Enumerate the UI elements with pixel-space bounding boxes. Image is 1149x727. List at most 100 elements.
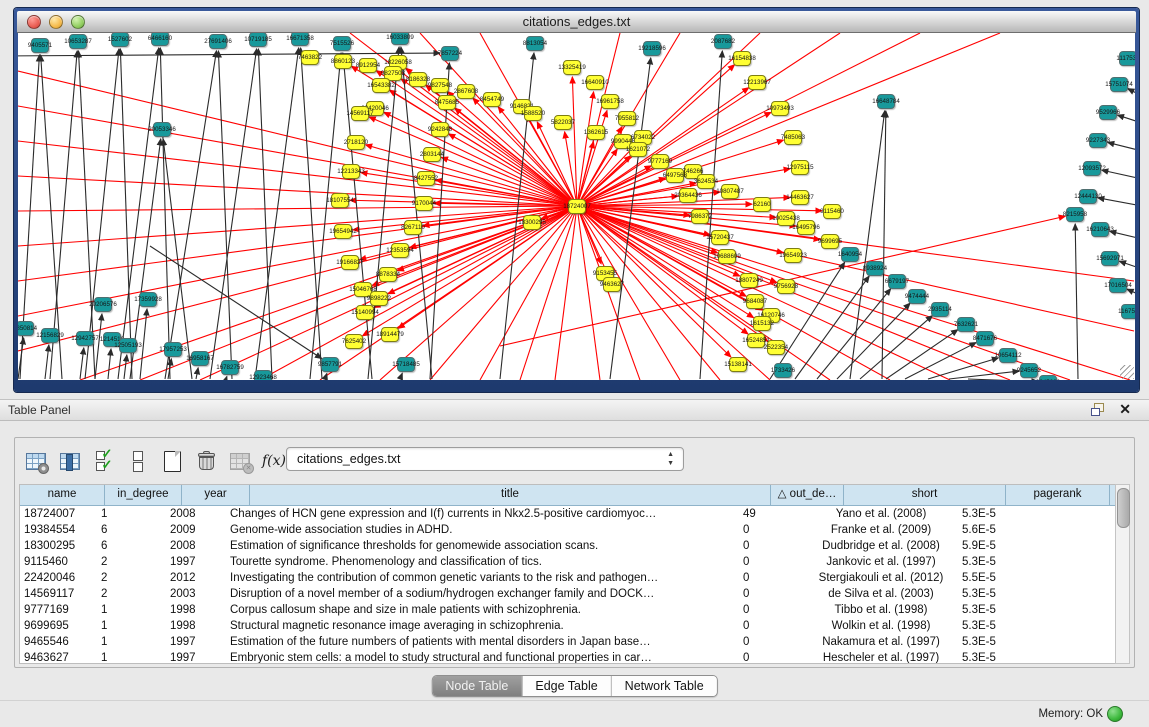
network-node[interactable]: 9684087 (746, 294, 764, 309)
network-node[interactable]: 20364436 (679, 188, 697, 203)
create-column-button[interactable] (157, 446, 187, 476)
network-node[interactable]: 16640910 (586, 75, 604, 90)
network-node[interactable]: 15692971 (1101, 251, 1119, 266)
network-node[interactable]: 16210643 (1091, 222, 1109, 237)
column-header-pagerank[interactable]: pagerank (1006, 485, 1110, 505)
network-node[interactable]: 9777169 (651, 154, 669, 169)
network-node[interactable]: 9756928 (777, 279, 795, 294)
network-node[interactable]: 1640954 (841, 247, 859, 262)
network-node[interactable]: 8878334 (379, 267, 397, 282)
network-node[interactable]: 12942757 (76, 331, 94, 346)
network-node[interactable]: 18807249 (740, 273, 758, 288)
table-row[interactable]: 2242004622012Investigating the contribut… (20, 570, 1119, 586)
network-node[interactable]: 15718485 (397, 357, 415, 372)
network-node[interactable]: 9463627 (603, 277, 621, 292)
network-node[interactable]: 10654112 (999, 348, 1017, 363)
network-node[interactable]: 2087682 (714, 34, 732, 49)
table-row[interactable]: 969969511998Structural magnetic resonanc… (20, 618, 1119, 634)
network-node[interactable]: 1117536 (1119, 51, 1135, 66)
network-node[interactable]: 8860123 (334, 54, 352, 69)
network-node[interactable]: 16154838 (733, 51, 751, 66)
network-node[interactable]: 14569117 (351, 106, 369, 121)
network-node[interactable]: 8215958 (1066, 207, 1084, 222)
network-node[interactable]: 12093572 (1083, 161, 1101, 176)
network-node[interactable]: 3624534 (697, 174, 715, 189)
network-node[interactable]: 19218596 (643, 41, 661, 56)
network-node[interactable]: 9245062 (1039, 375, 1057, 380)
network-node[interactable]: 9245652 (1020, 363, 1038, 378)
network-node[interactable]: 8912954 (359, 58, 377, 73)
column-header-year[interactable]: year (182, 485, 250, 505)
table-row[interactable]: 1830029562008Estimation of significance … (20, 538, 1119, 554)
network-node[interactable]: 9115460 (823, 204, 841, 219)
network-node[interactable]: 10973493 (771, 101, 789, 116)
network-node[interactable]: 6679197 (888, 274, 906, 289)
network-node[interactable]: 8454749 (483, 92, 501, 107)
network-node[interactable]: 13325419 (563, 60, 581, 75)
network-node[interactable]: 18107554 (331, 193, 349, 208)
network-node[interactable]: 19166827 (341, 255, 359, 270)
tab-network-table[interactable]: Network Table (612, 676, 717, 696)
network-node[interactable]: 16033809 (391, 33, 409, 45)
network-node[interactable]: 12213967 (748, 75, 766, 90)
network-node[interactable]: 14463627 (791, 190, 809, 205)
network-node[interactable]: 9474444 (908, 289, 926, 304)
table-row[interactable]: 977716911998Corpus callosum shape and si… (20, 602, 1119, 618)
column-header-short[interactable]: short (844, 485, 1006, 505)
network-node[interactable]: 9857791 (321, 357, 339, 372)
network-node[interactable]: 12923468 (254, 370, 272, 380)
network-node[interactable]: 19654942 (334, 224, 352, 239)
network-node[interactable]: 16782759 (221, 360, 239, 375)
network-node[interactable]: 8427552 (417, 171, 435, 186)
network-node[interactable]: 17016504 (1109, 278, 1127, 293)
network-node[interactable]: 1167533 (1121, 304, 1135, 319)
select-all-columns-button[interactable]: ✓ ✓ (89, 446, 119, 476)
network-node[interactable]: 12353594 (391, 243, 409, 258)
network-node[interactable]: 7986372 (691, 209, 709, 224)
column-header-out_de[interactable]: △ out_de… (771, 485, 844, 505)
network-node[interactable]: 7463822 (301, 50, 319, 65)
network-node[interactable]: 10688609 (718, 249, 736, 264)
network-node[interactable]: 8471676 (976, 331, 994, 346)
network-node[interactable]: 7955812 (618, 111, 636, 126)
network-node[interactable]: 12975115 (791, 160, 809, 175)
network-node[interactable]: 2867608 (457, 84, 475, 99)
network-node[interactable]: 12444130 (1079, 189, 1097, 204)
network-node[interactable]: 18300295 (523, 215, 541, 230)
table-row[interactable]: 1938455462009Genome-wide association stu… (20, 522, 1119, 538)
network-node[interactable]: 16671358 (291, 33, 309, 46)
network-node[interactable]: 20206576 (94, 297, 112, 312)
network-node[interactable]: 10719185 (249, 33, 267, 47)
network-node[interactable]: 8475685 (438, 95, 456, 110)
show-columns-button[interactable] (55, 446, 85, 476)
network-node[interactable]: 10807487 (721, 184, 739, 199)
table-row[interactable]: 946554611997Estimation of the future num… (20, 634, 1119, 650)
scrollbar-thumb[interactable] (1117, 488, 1130, 528)
network-node[interactable]: 1362615 (587, 125, 605, 140)
network-node[interactable]: 7857224 (441, 46, 459, 61)
network-node[interactable]: 1615132 (753, 316, 771, 331)
network-node[interactable]: 6497568 (666, 168, 684, 183)
network-node[interactable]: 9699695 (821, 234, 839, 249)
table-selector-dropdown[interactable]: citations_edges.txt ▲▼ (286, 447, 684, 471)
network-node[interactable]: 17359928 (139, 292, 157, 307)
network-node[interactable]: 1621072 (629, 142, 647, 157)
network-node[interactable]: 8813054 (526, 36, 544, 51)
column-header-name[interactable]: name (20, 485, 105, 505)
network-canvas[interactable]: 1872400794055711065328715276026466160276… (18, 33, 1135, 380)
network-node[interactable]: 7485063 (784, 130, 802, 145)
network-node[interactable]: 1588520 (524, 106, 542, 121)
network-node[interactable]: 15140994 (356, 305, 374, 320)
network-node[interactable]: 6466160 (151, 33, 169, 46)
network-node[interactable]: 16961758 (601, 94, 619, 109)
network-node[interactable]: 17957253 (164, 342, 182, 357)
table-row[interactable]: 1872400712008Changes of HCN gene express… (20, 506, 1119, 522)
network-node[interactable]: 2522354 (767, 340, 785, 355)
network-node[interactable]: 8938924 (866, 261, 884, 276)
network-node[interactable]: 2935114 (931, 302, 949, 317)
network-node[interactable]: 12505193 (119, 338, 137, 353)
window-titlebar[interactable]: citations_edges.txt (17, 11, 1136, 33)
network-node[interactable]: 1527602 (111, 33, 129, 47)
network-node[interactable]: 20053346 (153, 122, 171, 137)
network-node[interactable]: 2718120 (347, 135, 365, 150)
